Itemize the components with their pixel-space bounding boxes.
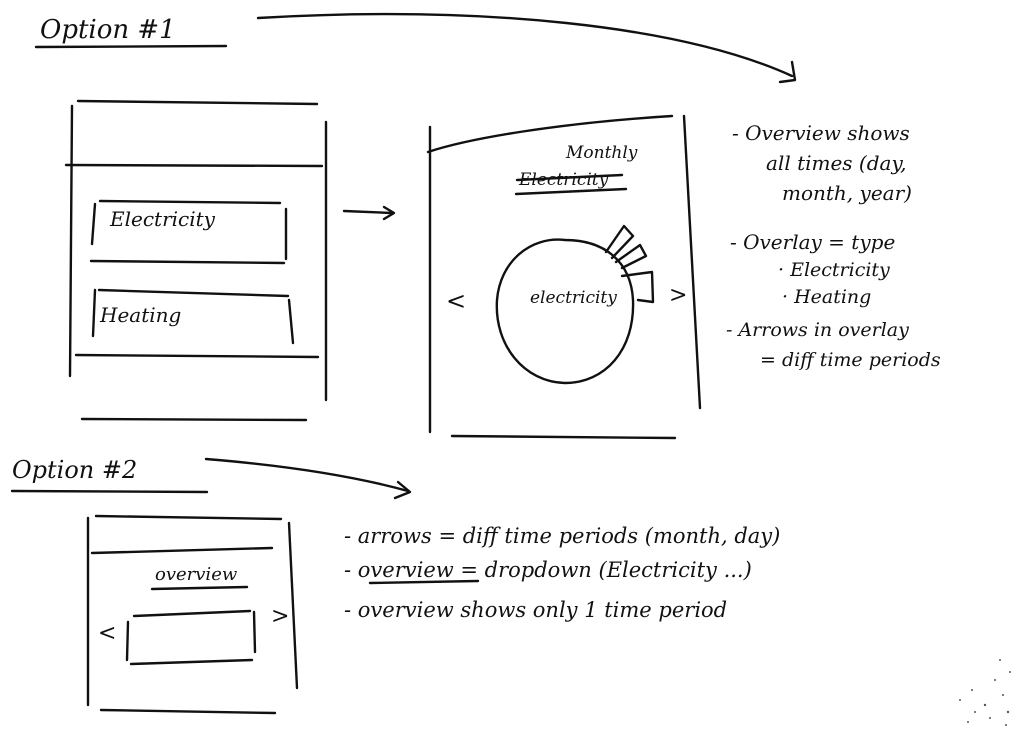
option1-note-5: · Electricity — [778, 259, 890, 281]
option1-left-wireframe: Electricity Heating — [64, 99, 328, 422]
option2-content-box — [125, 609, 257, 666]
pie-chart: electricity — [495, 224, 655, 385]
option1-note-6: · Heating — [782, 286, 871, 308]
next-period-arrow[interactable]: > — [669, 283, 687, 308]
option2-prev-arrow[interactable]: < — [98, 621, 116, 646]
option2-notes: - arrows = diff time periods (month, day… — [344, 524, 780, 622]
option1-flow-arrow — [256, 12, 794, 78]
right-wireframe-title: Monthly — [565, 143, 638, 163]
option1-note-2: all times (day, — [766, 151, 906, 175]
option2-note-2: - overview = dropdown (Electricity ...) — [344, 558, 752, 582]
option1-heading-underline — [34, 44, 228, 49]
heating-button[interactable]: Heating — [91, 288, 295, 345]
option2-next-arrow[interactable]: > — [271, 604, 289, 629]
option2-heading-underline — [10, 489, 209, 494]
option1-heading: Option #1 — [40, 15, 176, 45]
option2-wireframe: overview < > — [86, 514, 299, 715]
option1-note-7: - Arrows in overlay — [726, 319, 909, 341]
option2-heading: Option #2 — [12, 456, 137, 484]
prev-period-arrow[interactable]: < — [446, 287, 466, 315]
option1-note-8: = diff time periods — [760, 349, 941, 371]
scan-speckle — [959, 659, 1011, 726]
option1-note-4: - Overlay = type — [730, 230, 895, 254]
option2-note-1: - arrows = diff time periods (month, day… — [344, 524, 780, 548]
heating-button-label: Heating — [99, 303, 181, 327]
sketch-canvas: Option #1 Electricity Heating Monthly El… — [10, 12, 1011, 726]
electricity-button-label: Electricity — [109, 207, 216, 231]
option2-title[interactable]: overview — [155, 564, 238, 585]
option1-note-1: - Overview shows — [732, 121, 910, 145]
option1-next-arrow — [342, 209, 394, 215]
option2-flow-arrow — [204, 457, 410, 493]
option1-notes: - Overview shows all times (day, month, … — [726, 121, 941, 371]
option2-title-underline — [150, 585, 249, 591]
option1-right-wireframe: Monthly Electricity electricity < > — [426, 114, 702, 440]
option1-note-3: month, year) — [782, 181, 912, 205]
pie-label: electricity — [530, 288, 617, 308]
electricity-button[interactable]: Electricity — [89, 199, 288, 265]
option2-note-3: - overview shows only 1 time period — [344, 598, 727, 622]
